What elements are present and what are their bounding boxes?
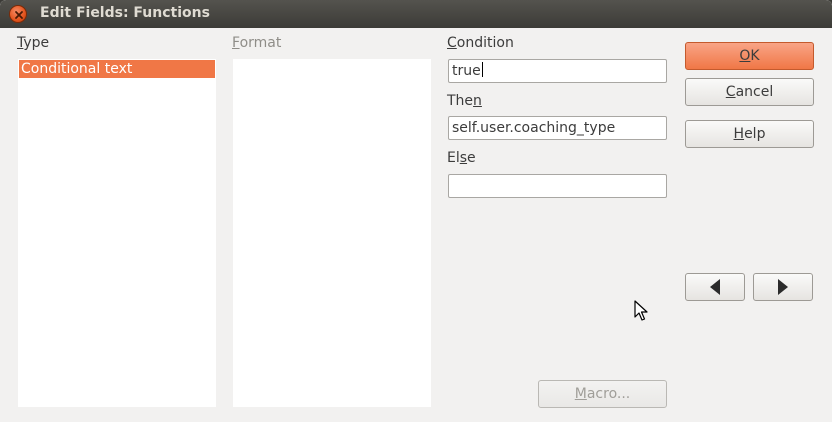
else-input[interactable]	[448, 174, 667, 198]
help-button[interactable]: Help	[685, 120, 814, 148]
help-accel: H	[733, 126, 745, 142]
format-label: Format	[232, 35, 281, 51]
next-button[interactable]	[753, 273, 813, 301]
close-icon	[15, 11, 23, 19]
then-input[interactable]: self.user.coaching_type	[448, 116, 667, 140]
condition-label-rest: ondition	[456, 35, 514, 51]
format-list[interactable]	[233, 59, 431, 407]
ok-button[interactable]: OK	[685, 42, 814, 70]
window-title: Edit Fields: Functions	[40, 5, 210, 21]
format-label-rest: ormat	[239, 35, 282, 51]
edit-fields-dialog: Edit Fields: Functions Type Conditional …	[0, 0, 832, 422]
condition-value: true	[452, 63, 481, 79]
arrow-left-icon	[710, 279, 720, 295]
macro-accel: M	[574, 386, 587, 402]
ok-rest: K	[750, 48, 760, 64]
previous-button[interactable]	[685, 273, 745, 301]
else-label-end: e	[467, 150, 476, 166]
then-label-start: The	[447, 93, 474, 109]
help-rest: elp	[744, 126, 766, 142]
macro-rest: acro...	[586, 386, 631, 402]
ok-accel: O	[739, 48, 751, 64]
title-bar: Edit Fields: Functions	[0, 0, 832, 28]
list-item[interactable]: Conditional text	[19, 60, 215, 78]
arrow-right-icon	[778, 279, 788, 295]
condition-label: Condition	[447, 35, 514, 51]
mouse-pointer-icon	[634, 300, 648, 321]
else-label-accel: s	[459, 150, 468, 166]
then-value: self.user.coaching_type	[452, 120, 616, 136]
macro-button[interactable]: Macro...	[538, 380, 667, 408]
type-label-rest: ype	[23, 35, 50, 51]
condition-label-accel: C	[447, 35, 457, 51]
else-label: Else	[447, 150, 476, 166]
close-button[interactable]	[9, 5, 27, 23]
condition-input[interactable]: true	[448, 59, 667, 83]
cancel-rest: ancel	[735, 84, 774, 100]
type-list[interactable]: Conditional text	[18, 59, 216, 407]
cancel-button[interactable]: Cancel	[685, 78, 814, 106]
then-label-accel: n	[473, 93, 482, 109]
text-caret	[481, 62, 483, 77]
else-label-start: El	[447, 150, 460, 166]
format-label-accel: F	[232, 35, 240, 51]
type-label: Type	[17, 35, 49, 51]
then-label: Then	[447, 93, 482, 109]
cancel-accel: C	[725, 84, 736, 100]
